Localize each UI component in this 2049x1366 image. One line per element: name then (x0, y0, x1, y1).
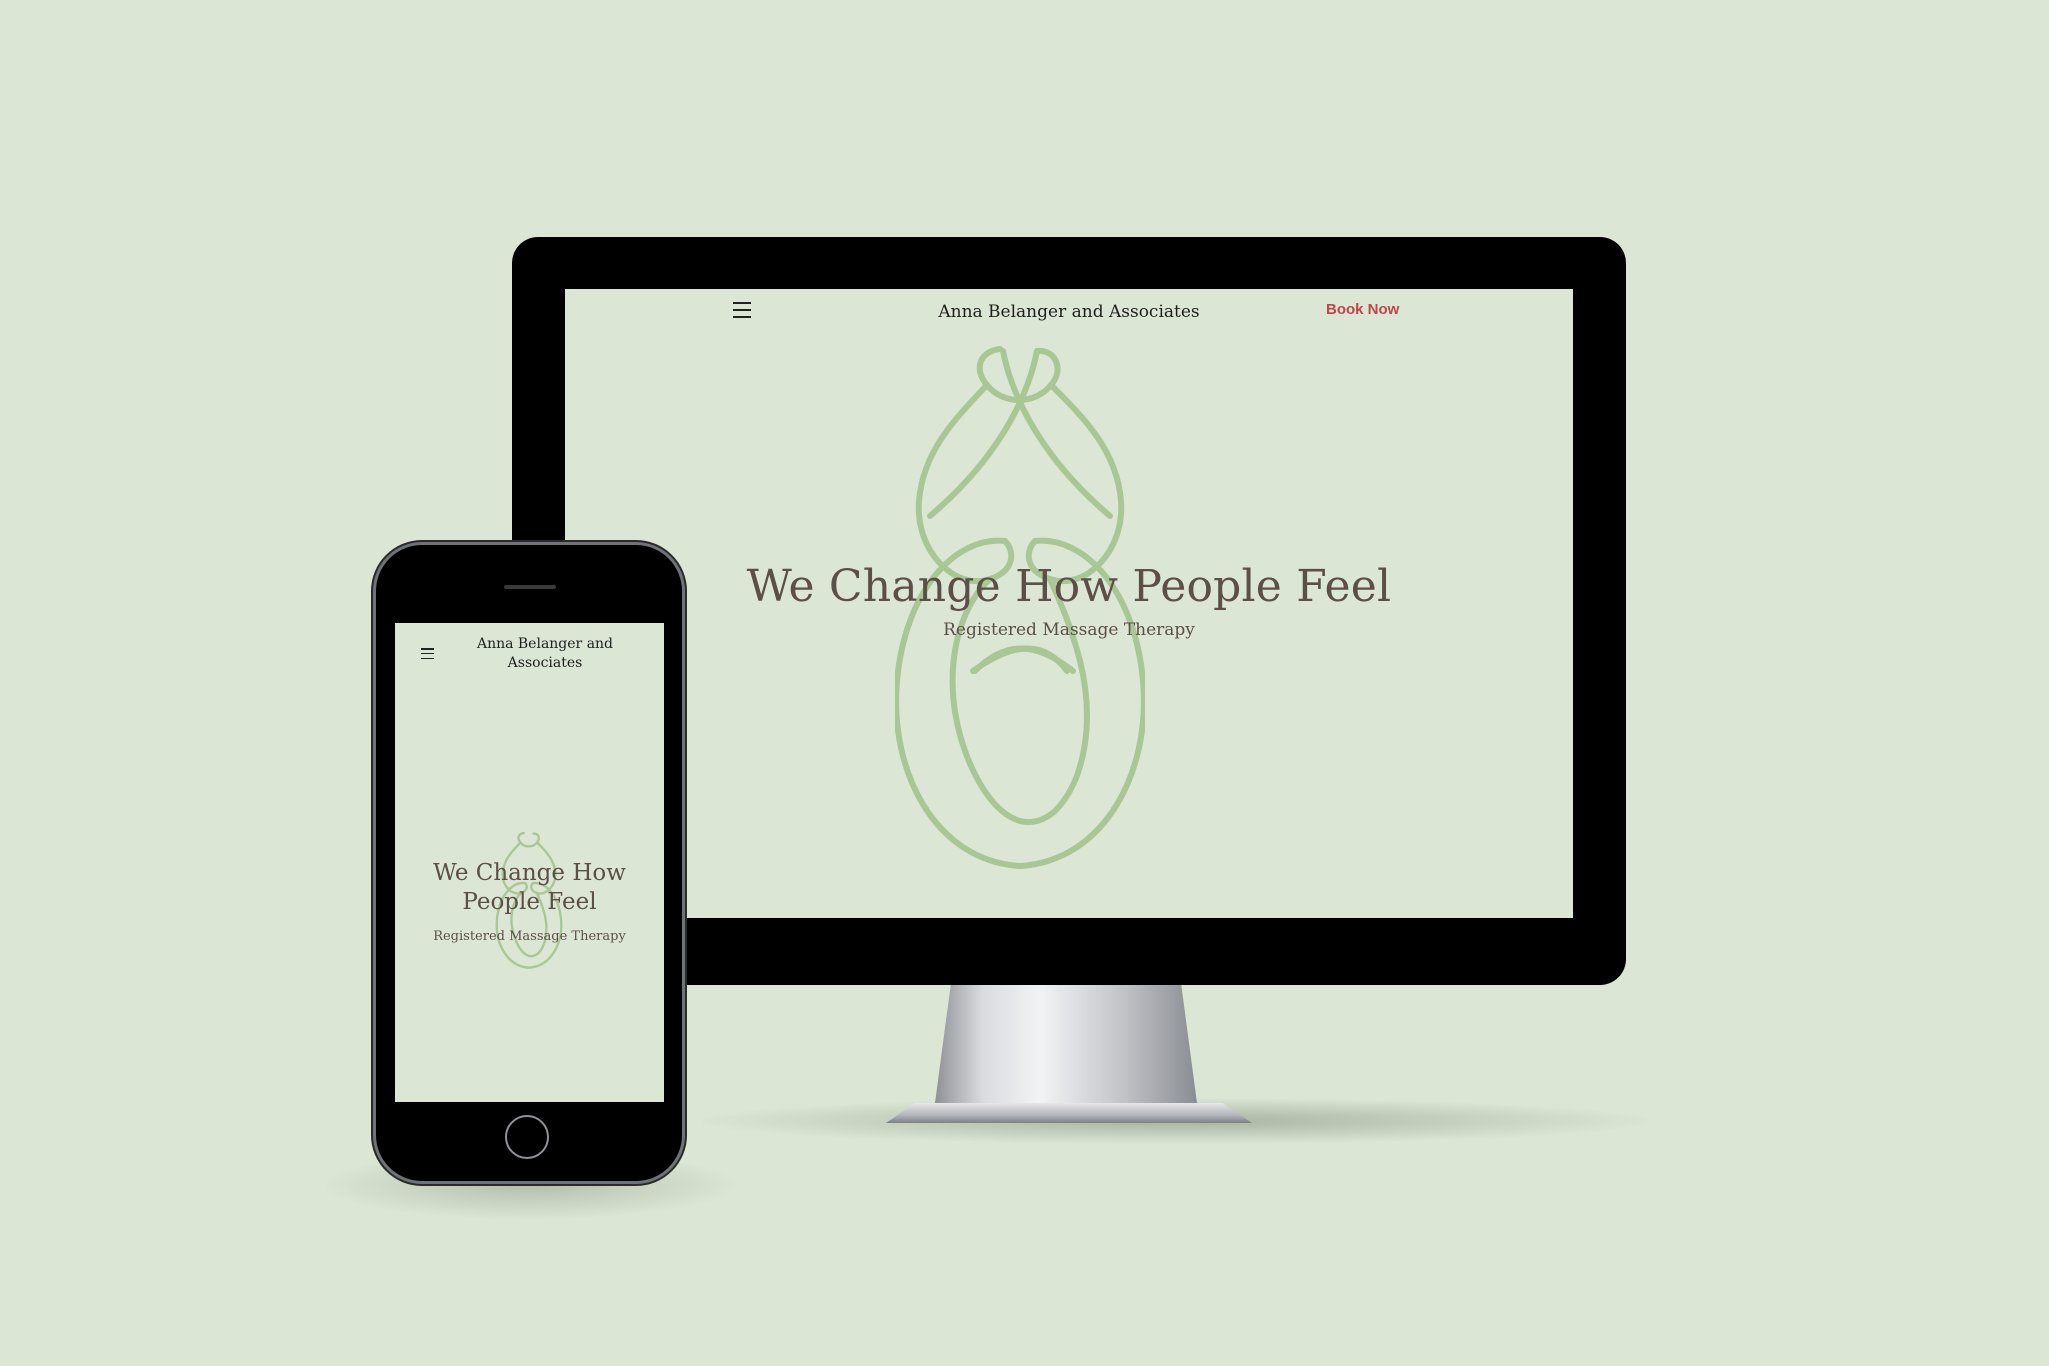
monitor-stand-neck (935, 985, 1197, 1103)
home-button[interactable] (505, 1115, 549, 1159)
hero-subtitle: Registered Massage Therapy (433, 929, 626, 944)
site-brand-name[interactable]: Anna Belanger and Associates (565, 302, 1573, 322)
hero-title-line-2: People Feel (462, 889, 597, 915)
mobile-phone: Anna Belanger and Associates We Change H… (376, 545, 682, 1181)
monitor-stand-base (886, 1103, 1252, 1123)
desktop-nav-bar: Anna Belanger and Associates Book Now (565, 289, 1573, 335)
hero-title-line-1: We Change How (433, 860, 626, 886)
book-now-button[interactable]: Book Now (1326, 301, 1399, 318)
hero-title: We Change How People Feel (415, 859, 644, 917)
hero-title: We Change How People Feel (746, 561, 1392, 612)
hero-subtitle: Registered Massage Therapy (943, 620, 1195, 640)
phone-speaker (504, 585, 556, 589)
site-brand-name[interactable]: Anna Belanger and Associates (455, 635, 635, 673)
desktop-screen: Anna Belanger and Associates Book Now We… (565, 289, 1573, 918)
hamburger-menu-icon[interactable] (421, 648, 434, 659)
mobile-screen: Anna Belanger and Associates We Change H… (395, 623, 664, 1102)
